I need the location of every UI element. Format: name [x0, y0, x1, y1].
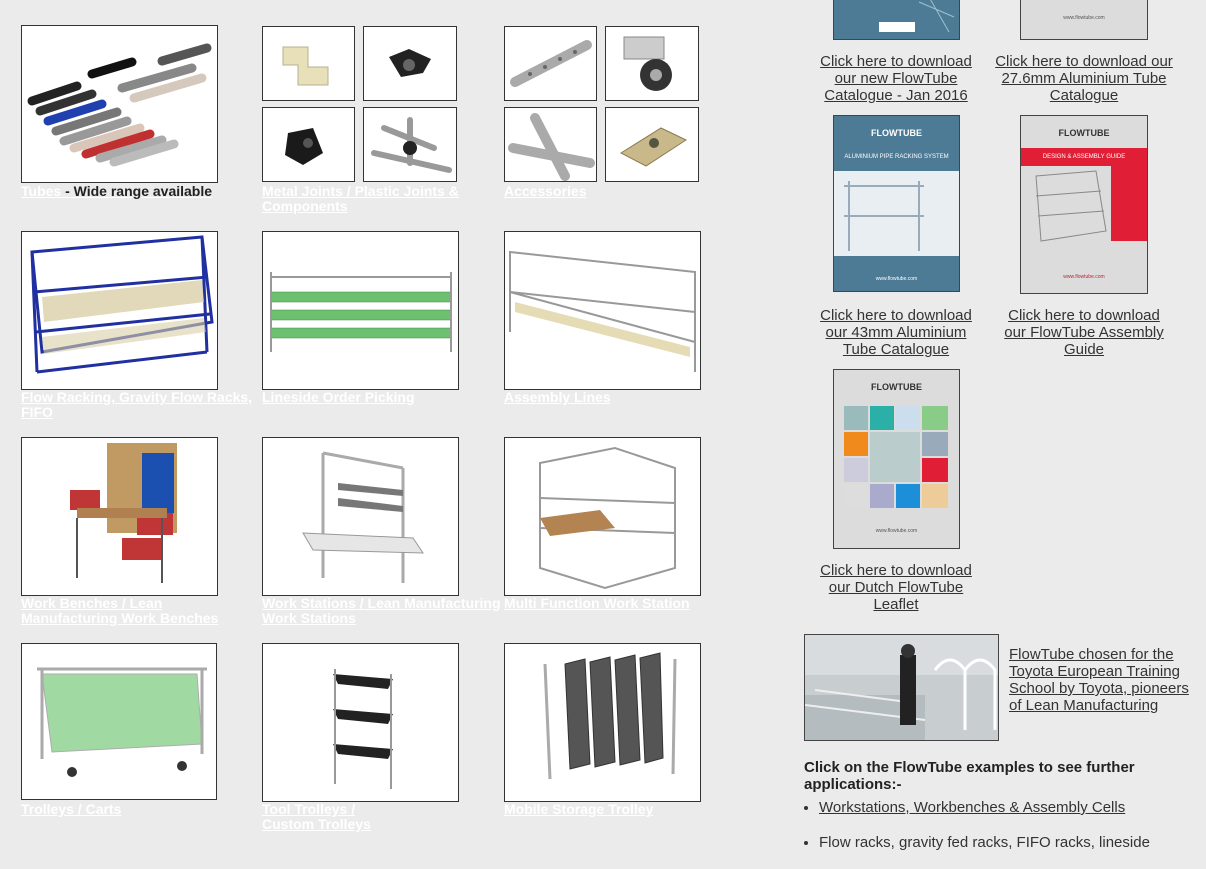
work-stations-caption[interactable]: Work Stations / Lean Manufacturing Work …: [262, 596, 502, 626]
applications-heading: Click on the FlowTube examples to see fu…: [804, 759, 1135, 793]
toyota-photo[interactable]: [804, 634, 999, 741]
tube-43-cover[interactable]: FLOWTUBE ALUMINIUM PIPE RACKING SYSTEM w…: [833, 115, 960, 292]
tool-trolleys-image[interactable]: [262, 643, 459, 802]
joint-image-1[interactable]: [262, 26, 355, 101]
applications-list: Workstations, Workbenches & Assembly Cel…: [804, 799, 1199, 869]
toyota-news-link[interactable]: FlowTube chosen for the Toyota European …: [1009, 646, 1189, 714]
joint-image-2[interactable]: [363, 26, 457, 101]
assembly-guide-cover-site: www.flowtube.com: [1063, 274, 1105, 280]
new-catalogue-cover[interactable]: [833, 0, 960, 40]
work-stations-image[interactable]: [262, 437, 459, 596]
flow-racking-image[interactable]: [21, 231, 218, 390]
work-benches-caption[interactable]: Work Benches / Lean Manufacturing Work B…: [21, 596, 261, 626]
tubes-link[interactable]: Tubes: [21, 183, 61, 199]
tube-27-cover[interactable]: www.flowtube.com: [1020, 0, 1148, 40]
dutch-leaflet-cover-site: www.flowtube.com: [875, 528, 918, 534]
flow-racking-caption[interactable]: Flow Racking, Gravity Flow Racks, FIFO: [21, 390, 256, 420]
download-new-catalogue-link[interactable]: Click here to download our new FlowTube …: [816, 53, 976, 104]
accessory-image-4[interactable]: [605, 107, 699, 182]
download-27mm-catalogue-link[interactable]: Click here to download our 27.6mm Alumin…: [993, 53, 1175, 104]
download-assembly-guide-link[interactable]: Click here to download our FlowTube Asse…: [1004, 307, 1164, 358]
mobile-storage-image[interactable]: [504, 643, 701, 802]
application-item[interactable]: Flow racks, gravity fed racks, FIFO rack…: [819, 834, 1199, 851]
lineside-image[interactable]: [262, 231, 459, 390]
mobile-storage-caption[interactable]: Mobile Storage Trolley: [504, 802, 704, 817]
application-item[interactable]: Workstations, Workbenches & Assembly Cel…: [819, 799, 1199, 816]
application-item-link[interactable]: Workstations, Workbenches & Assembly Cel…: [819, 799, 1125, 816]
accessory-image-3[interactable]: [504, 107, 597, 182]
tube-43-cover-site: www.flowtube.com: [875, 276, 918, 282]
download-43mm-catalogue-link[interactable]: Click here to download our 43mm Aluminiu…: [816, 307, 976, 358]
assembly-lines-image[interactable]: [504, 231, 701, 390]
assembly-lines-caption[interactable]: Assembly Lines: [504, 390, 704, 405]
joints-caption[interactable]: Metal Joints / Plastic Joints & Componen…: [262, 184, 472, 214]
application-item-link[interactable]: Flow racks, gravity fed racks, FIFO rack…: [819, 834, 1150, 851]
download-dutch-leaflet-link[interactable]: Click here to download our Dutch FlowTub…: [816, 562, 976, 613]
multi-function-caption[interactable]: Multi Function Work Station: [504, 596, 704, 611]
tubes-caption[interactable]: Tubes - Wide range available: [21, 184, 261, 199]
joint-image-4[interactable]: [363, 107, 457, 182]
dutch-leaflet-cover[interactable]: FLOWTUBE www.flowtube.com: [833, 369, 960, 549]
tool-trolleys-caption[interactable]: Tool Trolleys / Custom Trolleys: [262, 802, 402, 832]
accessories-caption[interactable]: Accessories: [504, 184, 704, 199]
accessory-image-1[interactable]: [504, 26, 597, 101]
tubes-suffix: - Wide range available: [61, 183, 213, 199]
multi-function-image[interactable]: [504, 437, 701, 596]
accessory-image-2[interactable]: [605, 26, 699, 101]
assembly-guide-cover[interactable]: FLOWTUBE DESIGN & ASSEMBLY GUIDE www.flo…: [1020, 115, 1148, 294]
trolleys-image[interactable]: [21, 643, 217, 800]
joint-image-3[interactable]: [262, 107, 355, 182]
work-benches-image[interactable]: [21, 437, 218, 596]
tube-27-cover-site: www.flowtube.com: [1063, 15, 1105, 21]
lineside-caption[interactable]: Lineside Order Picking: [262, 390, 497, 405]
tubes-image[interactable]: [21, 25, 218, 183]
trolleys-caption[interactable]: Trolleys / Carts: [21, 802, 221, 817]
assembly-guide-cover-title: DESIGN & ASSEMBLY GUIDE: [1042, 154, 1126, 160]
